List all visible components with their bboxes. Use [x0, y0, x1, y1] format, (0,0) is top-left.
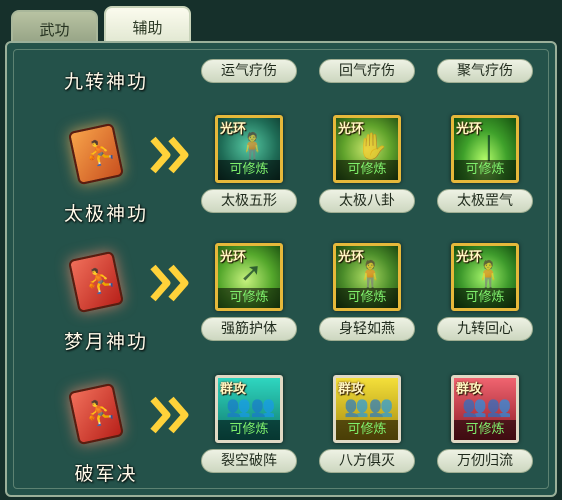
skill-row-taiji: ⛹ 太极神功 🧍 光环 可修炼 太极五形 ✋ 光环 可修炼 太极八卦 ❘ 光环 … [7, 115, 555, 235]
skill-label: 身轻如燕 [319, 317, 415, 341]
skill-tag: 光环 [220, 122, 247, 137]
skill-label: 太极五形 [201, 189, 297, 213]
skill-label: 聚气疗伤 [437, 59, 533, 83]
skill-label: 万仞归流 [437, 449, 533, 473]
skill-slot[interactable]: 回气疗伤 [319, 59, 415, 83]
skill-label: 太极八卦 [319, 189, 415, 213]
bafang-jumie-icon[interactable]: 👥👥 群攻 可修炼 [333, 375, 401, 443]
skill-status: 可修炼 [218, 288, 280, 308]
red-martial-book-icon[interactable]: ⛹ [65, 250, 127, 314]
skill-tag: 光环 [338, 250, 365, 265]
martial-art-name: 破军决 [74, 463, 138, 485]
skill-slot[interactable]: ➚ 光环 可修炼 强筋护体 [201, 243, 297, 341]
skill-status: 可修炼 [336, 420, 398, 440]
skill-tag: 光环 [220, 250, 247, 265]
tab-fuzhu[interactable]: 辅助 [104, 6, 191, 46]
jiuzhuan-huixin-icon[interactable]: 🧍 光环 可修炼 [451, 243, 519, 311]
skill-slot[interactable]: 👥👥 群攻 可修炼 万仞归流 [437, 375, 533, 473]
orange-martial-book-icon[interactable]: ⛹ [65, 122, 127, 186]
double-chevron-right-icon [147, 393, 195, 437]
wanren-guiliu-icon[interactable]: 👥👥 群攻 可修炼 [451, 375, 519, 443]
skill-status: 可修炼 [218, 420, 280, 440]
skill-label: 运气疗伤 [201, 59, 297, 83]
red-martial-book-icon[interactable]: ⛹ [65, 382, 127, 446]
skill-slot[interactable]: 👥👥 群攻 可修炼 八方俱灭 [319, 375, 415, 473]
skill-slot[interactable]: 🧍 光环 可修炼 身轻如燕 [319, 243, 415, 341]
skill-slot[interactable]: 👥👥 群攻 可修炼 裂空破阵 [201, 375, 297, 473]
skill-tag: 光环 [338, 122, 365, 137]
taiji-gangqi-icon[interactable]: ❘ 光环 可修炼 [451, 115, 519, 183]
skill-status: 可修炼 [454, 420, 516, 440]
martial-art-name: 太极神功 [63, 203, 148, 225]
skill-slot[interactable]: 🧍 光环 可修炼 太极五形 [201, 115, 297, 213]
skill-status: 可修炼 [336, 160, 398, 180]
skill-slot[interactable]: 🧍 光环 可修炼 九转回心 [437, 243, 533, 341]
skill-row-mengyue: ⛹ 梦月神功 ➚ 光环 可修炼 强筋护体 🧍 光环 可修炼 身轻如燕 🧍 光环 … [7, 243, 555, 363]
martial-art-name: 梦月神功 [63, 331, 148, 353]
tab-bar: 武功 辅助 [0, 0, 562, 46]
skill-label: 太极罡气 [437, 189, 533, 213]
skill-row-jiuzhuan: 九转神功 运气疗伤 回气疗伤 聚气疗伤 [7, 43, 555, 93]
skill-status: 可修炼 [218, 160, 280, 180]
skill-status: 可修炼 [454, 160, 516, 180]
liekong-pozhen-icon[interactable]: 👥👥 群攻 可修炼 [215, 375, 283, 443]
skill-slot[interactable]: ❘ 光环 可修炼 太极罡气 [437, 115, 533, 213]
double-chevron-right-icon [147, 133, 195, 177]
skill-tag: 群攻 [220, 382, 247, 397]
skill-slot[interactable]: ✋ 光环 可修炼 太极八卦 [319, 115, 415, 213]
shenqing-ruyan-icon[interactable]: 🧍 光环 可修炼 [333, 243, 401, 311]
skill-tag: 光环 [456, 122, 483, 137]
taiji-wuxing-icon[interactable]: 🧍 光环 可修炼 [215, 115, 283, 183]
skill-label: 八方俱灭 [319, 449, 415, 473]
skill-status: 可修炼 [336, 288, 398, 308]
skill-label: 裂空破阵 [201, 449, 297, 473]
skill-slot[interactable]: 运气疗伤 [201, 59, 297, 83]
skill-panel: 九转神功 运气疗伤 回气疗伤 聚气疗伤 ⛹ 太极神功 🧍 光环 可修炼 太极五形 [5, 41, 557, 497]
skill-slot[interactable]: 聚气疗伤 [437, 59, 533, 83]
skill-label: 九转回心 [437, 317, 533, 341]
qiangjin-huti-icon[interactable]: ➚ 光环 可修炼 [215, 243, 283, 311]
skill-label: 回气疗伤 [319, 59, 415, 83]
taiji-bagua-icon[interactable]: ✋ 光环 可修炼 [333, 115, 401, 183]
double-chevron-right-icon [147, 261, 195, 305]
skill-tag: 群攻 [456, 382, 483, 397]
skill-tag: 群攻 [338, 382, 365, 397]
skill-label: 强筋护体 [201, 317, 297, 341]
skill-tag: 光环 [456, 250, 483, 265]
martial-art-name: 九转神功 [63, 71, 148, 93]
skill-row-pojun: ⛹ 破军决 👥👥 群攻 可修炼 裂空破阵 👥👥 群攻 可修炼 八方俱灭 👥👥 群… [7, 375, 555, 495]
skill-status: 可修炼 [454, 288, 516, 308]
